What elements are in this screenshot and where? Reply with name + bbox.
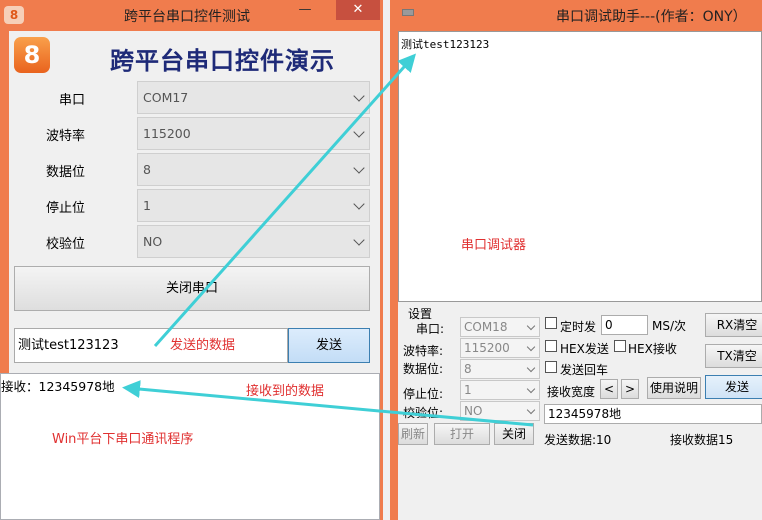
send-input[interactable]: 测试test123123	[14, 328, 288, 363]
send-button[interactable]: 发送	[705, 375, 762, 399]
r-stopbits-label: 停止位:	[403, 387, 444, 401]
app-logo-icon: 8	[14, 37, 50, 73]
r-baud-label: 波特率:	[403, 344, 444, 358]
minimize-button[interactable]: —	[290, 0, 320, 20]
port-select[interactable]: COM17	[137, 81, 370, 114]
r-databits-select[interactable]: 8	[460, 359, 540, 379]
r-parity-label: 校验位:	[403, 406, 444, 420]
sent-data-note: 发送的数据	[170, 338, 236, 353]
received-text: 接收：12345978地	[1, 379, 115, 394]
open-button[interactable]: 打开	[434, 423, 490, 445]
chevron-down-icon	[353, 234, 365, 246]
hex-send-label: HEX发送	[560, 342, 609, 356]
hex-recv-checkbox[interactable]	[614, 340, 626, 352]
recv-count: 接收数据15	[670, 433, 734, 447]
terminal-text: 测试test123123	[401, 38, 490, 51]
databits-select[interactable]: 8	[137, 153, 370, 186]
send-enter-label: 发送回车	[560, 363, 609, 377]
port-label: 串口	[58, 93, 85, 108]
parity-label: 校验位	[45, 237, 85, 252]
send-enter-checkbox[interactable]	[545, 361, 557, 373]
received-data-note: 接收到的数据	[246, 384, 325, 399]
baud-label: 波特率	[45, 129, 85, 144]
chevron-down-icon	[353, 90, 365, 102]
serial-debugger-note: 串口调试器	[461, 238, 527, 253]
chevron-down-icon	[526, 405, 536, 415]
r-port-label: 串口:	[416, 322, 445, 336]
r-stopbits-select[interactable]: 1	[460, 380, 540, 400]
stopbits-select[interactable]: 1	[137, 189, 370, 222]
help-button[interactable]: 使用说明	[647, 377, 701, 399]
r-databits-label: 数据位:	[403, 362, 444, 376]
chevron-down-icon	[526, 342, 536, 352]
baud-value: 115200	[143, 126, 191, 141]
refresh-button[interactable]: 刷新	[398, 423, 428, 445]
databits-value: 8	[143, 162, 151, 177]
r-parity-value: NO	[464, 404, 483, 418]
width-increase-button[interactable]: >	[621, 379, 639, 399]
serial-assistant-window: 串口调试助手---(作者：ONY） 测试test123123 设置 串口: CO…	[390, 0, 762, 520]
control-panel: 设置 串口: COM18 波特率: 115200 数据位: 8 停止位: 1 校…	[398, 302, 762, 520]
recv-width-label: 接收宽度	[547, 385, 596, 399]
chevron-down-icon	[353, 198, 365, 210]
close-button[interactable]: 关闭	[494, 423, 534, 445]
stopbits-value: 1	[143, 198, 151, 213]
rx-clear-button[interactable]: RX清空	[705, 313, 762, 337]
close-window-button[interactable]: ✕	[336, 0, 380, 20]
chevron-down-icon	[526, 384, 536, 394]
chevron-down-icon	[526, 321, 536, 331]
timed-send-checkbox[interactable]	[545, 317, 557, 329]
r-baud-select[interactable]: 115200	[460, 338, 540, 358]
r-baud-value: 115200	[464, 341, 510, 355]
sent-count: 发送数据:10	[544, 433, 612, 447]
app-icon	[402, 9, 414, 16]
app-icon: 8	[4, 6, 24, 24]
tx-clear-button[interactable]: TX清空	[705, 344, 762, 368]
databits-label: 数据位	[45, 165, 85, 180]
win-program-note: Win平台下串口通讯程序	[52, 432, 194, 447]
parity-value: NO	[143, 234, 163, 249]
hex-recv-label: HEX接收	[628, 342, 677, 356]
close-port-button[interactable]: 关闭串口	[14, 266, 370, 311]
timed-send-label: 定时发	[560, 320, 597, 334]
app-heading: 跨平台串口控件演示	[110, 47, 335, 75]
r-parity-select[interactable]: NO	[460, 401, 540, 421]
chevron-down-icon	[526, 363, 536, 373]
chevron-down-icon	[353, 162, 365, 174]
r-port-value: COM18	[464, 320, 508, 334]
r-databits-value: 8	[464, 362, 472, 376]
terminal-area: 测试test123123	[398, 31, 762, 302]
r-port-select[interactable]: COM18	[460, 317, 540, 337]
send-data-input[interactable]: 12345978地	[544, 404, 762, 424]
r-stopbits-value: 1	[464, 383, 472, 397]
hex-send-checkbox[interactable]	[545, 340, 557, 352]
send-button[interactable]: 发送	[288, 328, 370, 363]
parity-select[interactable]: NO	[137, 225, 370, 258]
timed-interval-input[interactable]: 0	[601, 315, 648, 335]
interval-unit-label: MS/次	[652, 319, 687, 333]
stopbits-label: 停止位	[45, 201, 85, 216]
port-value: COM17	[143, 90, 189, 105]
width-decrease-button[interactable]: <	[600, 379, 618, 399]
chevron-down-icon	[353, 126, 365, 138]
window-title: 跨平台串口控件测试	[124, 9, 250, 25]
baud-select[interactable]: 115200	[137, 117, 370, 150]
window-title: 串口调试助手---(作者：ONY）	[556, 9, 747, 25]
